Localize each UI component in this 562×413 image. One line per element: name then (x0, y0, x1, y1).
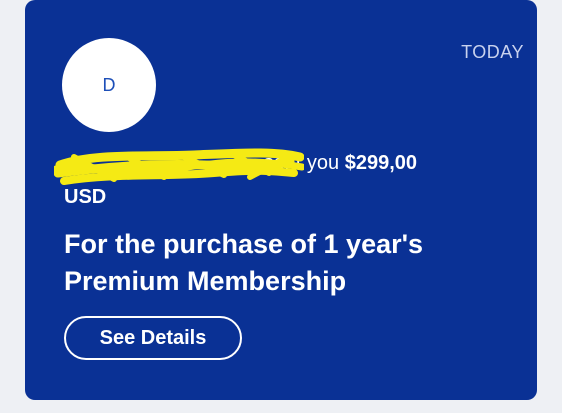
payment-amount: $299,00 (344, 152, 418, 174)
notification-card: TODAY D sent you $299,00 USD For the pur… (25, 0, 537, 400)
avatar: D (62, 38, 156, 132)
notification-date: TODAY (461, 42, 524, 62)
payment-currency: USD (64, 186, 107, 208)
redacted-sender-name (54, 148, 304, 185)
payment-summary: sent you $299,00 (54, 147, 524, 185)
avatar-initial: D (102, 74, 116, 95)
payment-message: For the purchase of 1 year's Premium Mem… (64, 229, 424, 296)
see-details-button[interactable]: See Details (64, 316, 242, 360)
